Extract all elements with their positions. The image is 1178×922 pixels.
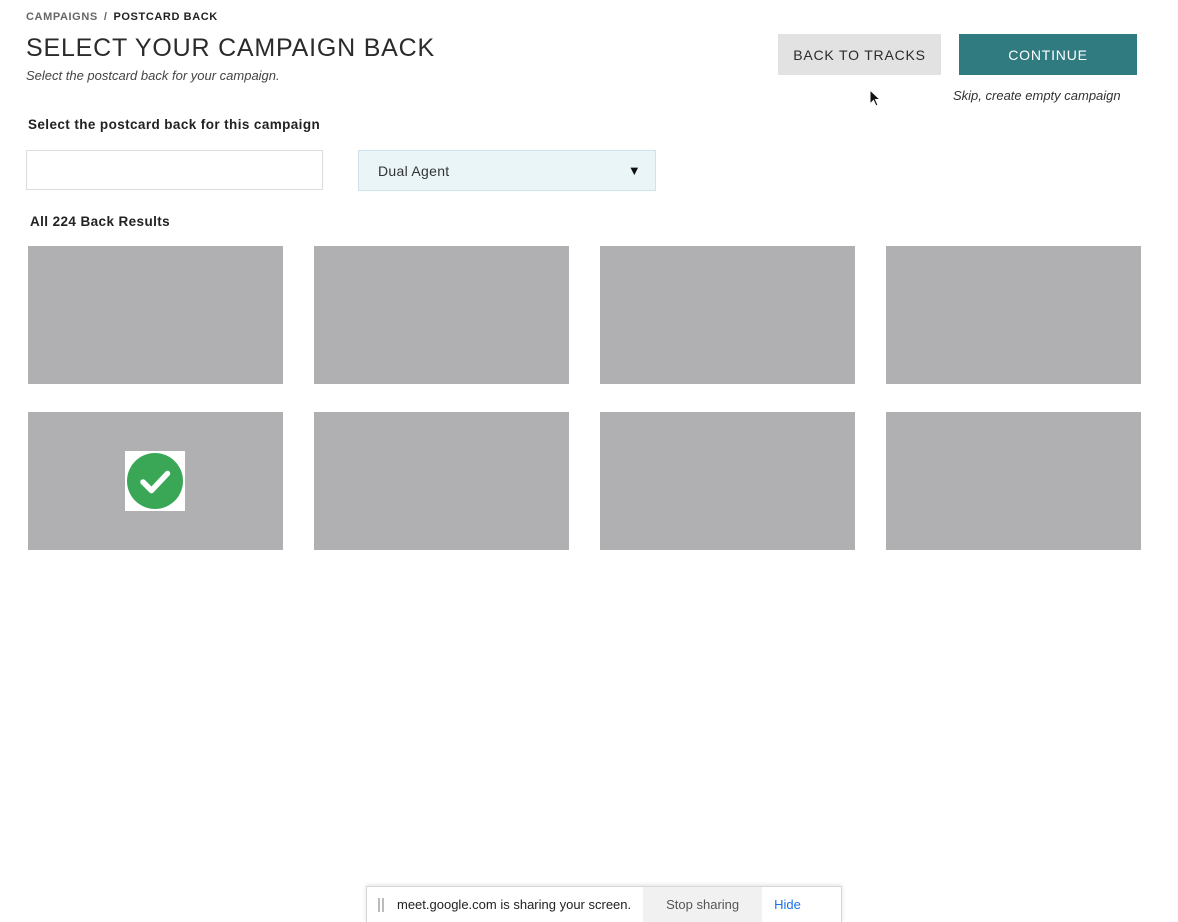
results-count: All 224 Back Results [30, 214, 171, 229]
section-label: Select the postcard back for this campai… [28, 117, 321, 132]
stop-sharing-button[interactable]: Stop sharing [643, 886, 763, 922]
screen-share-message: meet.google.com is sharing your screen. [397, 897, 632, 912]
screen-share-bar: meet.google.com is sharing your screen. … [366, 886, 842, 922]
breadcrumb-campaigns-link[interactable]: CAMPAIGNS [26, 11, 98, 23]
postcard-back-card[interactable] [314, 412, 569, 550]
mouse-cursor-icon [869, 89, 881, 107]
postcard-back-card[interactable] [886, 412, 1141, 550]
postcard-back-card-selected[interactable] [28, 412, 283, 550]
breadcrumb-current: POSTCARD BACK [113, 11, 218, 23]
postcard-back-card[interactable] [600, 412, 855, 550]
agent-type-select-value: Dual Agent [378, 162, 450, 179]
skip-create-empty-campaign-link[interactable]: Skip, create empty campaign [953, 88, 1121, 103]
drag-handle-icon[interactable] [378, 897, 384, 912]
agent-type-select[interactable]: Dual Agent ▼ [358, 150, 656, 191]
page: CAMPAIGNS / POSTCARD BACK SELECT YOUR CA… [0, 0, 1178, 922]
postcard-back-card[interactable] [600, 246, 855, 384]
postcard-back-card[interactable] [886, 246, 1141, 384]
page-subtitle: Select the postcard back for your campai… [26, 68, 280, 83]
postcard-back-grid [28, 246, 1141, 550]
postcard-back-card[interactable] [28, 246, 283, 384]
search-input[interactable] [26, 150, 323, 190]
hide-share-bar-link[interactable]: Hide [774, 897, 801, 912]
postcard-back-card[interactable] [314, 246, 569, 384]
check-circle-icon [125, 451, 185, 511]
continue-button[interactable]: CONTINUE [959, 34, 1137, 75]
page-title: SELECT YOUR CAMPAIGN BACK [26, 34, 435, 62]
breadcrumb-separator: / [103, 11, 108, 23]
back-to-tracks-button[interactable]: BACK TO TRACKS [778, 34, 941, 75]
triangle-down-icon: ▼ [627, 163, 641, 178]
breadcrumb: CAMPAIGNS / POSTCARD BACK [26, 11, 218, 23]
